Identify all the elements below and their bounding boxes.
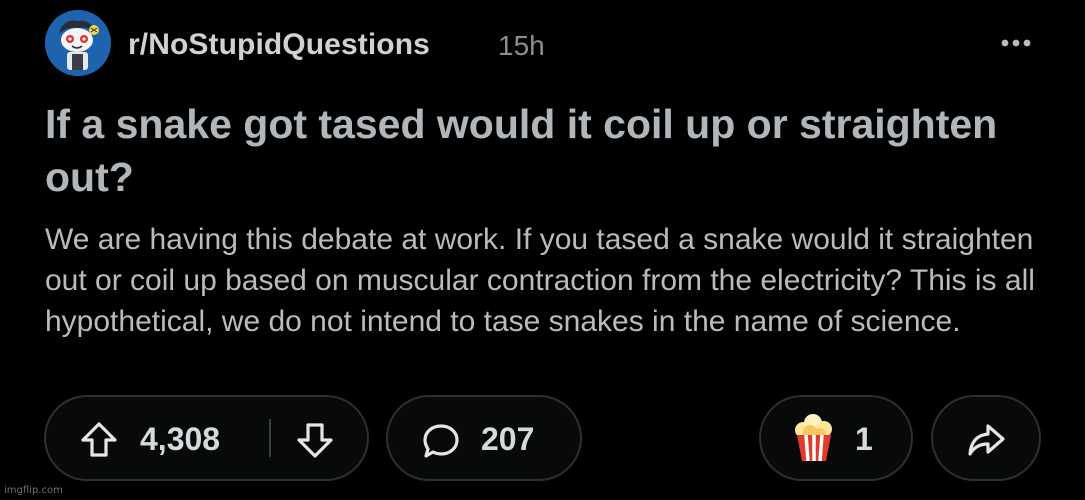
- award-button[interactable]: 1: [759, 395, 913, 481]
- post-title[interactable]: If a snake got tased would it coil up or…: [45, 98, 1045, 204]
- imgflip-watermark: imgflip.com: [4, 485, 63, 496]
- vote-score: 4,308: [140, 421, 221, 457]
- upvote-button[interactable]: [79, 420, 119, 460]
- subreddit-name[interactable]: r/NoStupidQuestions: [128, 28, 430, 62]
- more-options-button[interactable]: [998, 28, 1042, 58]
- comment-bubble-icon: [423, 424, 459, 458]
- comments-button[interactable]: 207: [386, 395, 582, 481]
- comment-count: 207: [481, 421, 535, 457]
- more-dots-icon: [1001, 39, 1031, 47]
- upvote-arrow-icon: [81, 422, 117, 457]
- comment-icon-wrap: [421, 421, 461, 461]
- post-header: r/NoStupidQuestions 15h: [45, 10, 1045, 80]
- downvote-button[interactable]: [295, 420, 335, 460]
- vote-bar: 4,308: [44, 395, 369, 481]
- share-icon-wrap: [966, 420, 1006, 460]
- vote-divider: [269, 419, 271, 457]
- share-arrow-icon: [968, 424, 1005, 456]
- downvote-arrow-icon: [297, 423, 333, 458]
- popcorn-icon: [795, 414, 832, 462]
- post-timestamp: 15h: [498, 30, 545, 61]
- award-count: 1: [855, 421, 873, 457]
- subreddit-avatar[interactable]: [45, 10, 111, 76]
- award-icon-wrap: [791, 413, 837, 463]
- share-button[interactable]: [931, 395, 1041, 481]
- post-body: We are having this debate at work. If yo…: [45, 223, 1035, 338]
- snoo-mascot-icon: [45, 10, 111, 76]
